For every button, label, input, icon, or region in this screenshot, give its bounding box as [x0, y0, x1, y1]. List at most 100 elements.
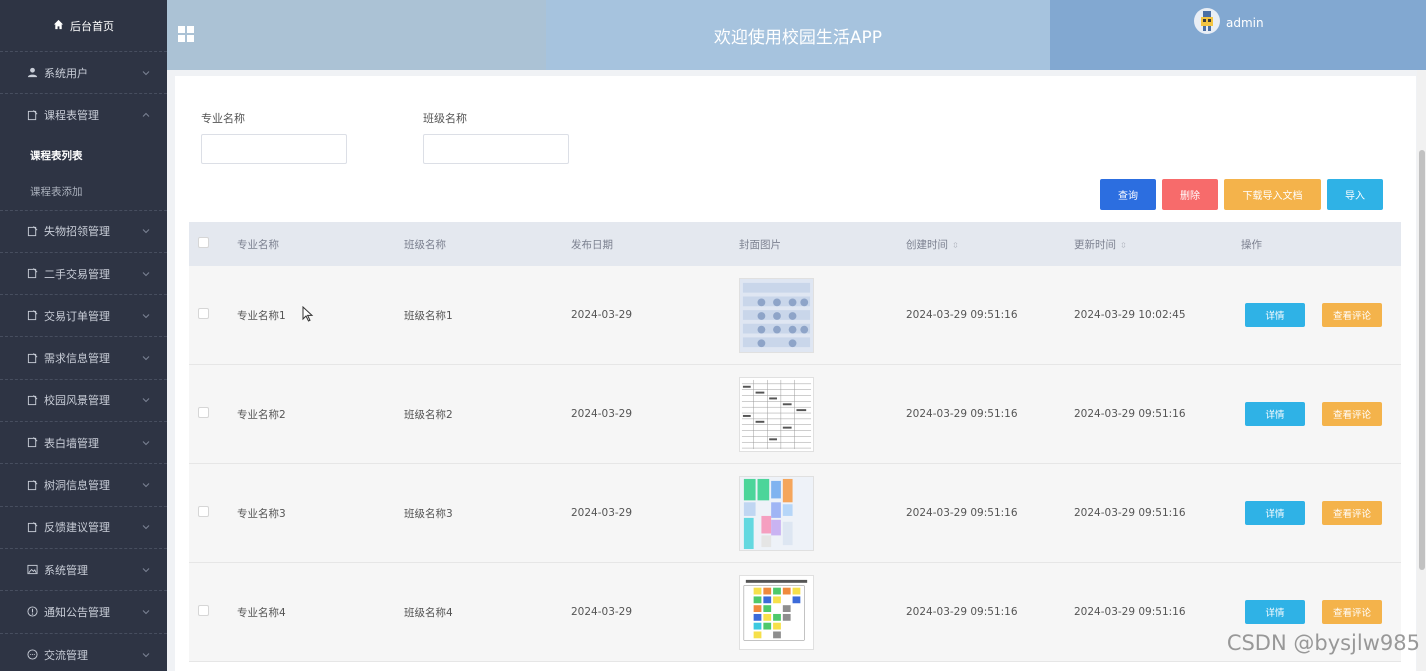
sidebar-item-system-users[interactable]: 系统用户 [0, 52, 167, 95]
column-header-label: 更新时间 [1074, 238, 1116, 251]
cell-updated: 2024-03-29 09:51:16 [1074, 408, 1186, 420]
sidebar-item-label: 交流管理 [44, 648, 88, 662]
cover-thumbnail[interactable] [739, 574, 814, 650]
user-area[interactable]: admin [1050, 0, 1426, 70]
image-icon [26, 564, 38, 576]
download-template-button[interactable]: 下载导入文档 [1224, 179, 1321, 210]
detail-button[interactable]: 详情 [1245, 303, 1305, 327]
sidebar-item-label: 系统用户 [44, 66, 88, 80]
sidebar-item-announcements[interactable]: 通知公告管理 [0, 591, 167, 634]
chevron-down-icon [142, 567, 150, 572]
column-header-sortable[interactable]: 更新时间 ⇳ [1074, 237, 1241, 252]
mouse-cursor-icon [302, 306, 314, 322]
detail-button[interactable]: 详情 [1245, 600, 1305, 624]
cell-date: 2024-03-29 [571, 408, 633, 420]
row-checkbox[interactable] [198, 506, 209, 517]
row-checkbox[interactable] [198, 605, 209, 616]
doc-icon [26, 310, 38, 322]
chevron-down-icon [142, 229, 150, 234]
doc-icon [26, 109, 38, 121]
column-header-sortable[interactable]: 创建时间 ⇳ [906, 237, 1074, 252]
doc-icon [26, 521, 38, 533]
table-header: 专业名称 班级名称 发布日期 封面图片 创建时间 ⇳ 更新时间 ⇳ 操作 [189, 222, 1401, 266]
cell-created: 2024-03-29 09:51:16 [906, 309, 1018, 321]
cell-updated: 2024-03-29 09:51:16 [1074, 606, 1186, 618]
column-header: 发布日期 [571, 238, 613, 251]
sidebar-item-demands[interactable]: 需求信息管理 [0, 337, 167, 380]
action-bar: 查询 删除 下载导入文档 导入 [1100, 179, 1383, 210]
query-button[interactable]: 查询 [1100, 179, 1156, 210]
sidebar-item-tree-hole[interactable]: 树洞信息管理 [0, 464, 167, 507]
top-header: 欢迎使用校园生活APP admin [167, 0, 1426, 70]
sidebar-item-confession-wall[interactable]: 表白墙管理 [0, 422, 167, 465]
cell-major: 专业名称4 [237, 606, 286, 619]
watermark: CSDN @bysjlw985 [1226, 631, 1420, 655]
select-all-checkbox[interactable] [198, 237, 209, 248]
view-comments-button[interactable]: 查看评论 [1322, 303, 1382, 327]
sidebar-item-feedback[interactable]: 反馈建议管理 [0, 507, 167, 549]
view-comments-button[interactable]: 查看评论 [1322, 402, 1382, 426]
major-search-input[interactable] [201, 134, 347, 164]
doc-icon [26, 352, 38, 364]
page-scrollbar[interactable] [1417, 70, 1426, 671]
chevron-down-icon [142, 313, 150, 319]
chevron-down-icon [142, 70, 150, 75]
class-search-label: 班级名称 [423, 112, 467, 125]
cover-thumbnail[interactable] [739, 376, 814, 452]
avatar[interactable] [1194, 8, 1220, 34]
sidebar-item-label: 二手交易管理 [44, 267, 110, 281]
sidebar-item-communication[interactable]: 交流管理 [0, 634, 167, 671]
column-header: 班级名称 [404, 238, 446, 251]
sidebar-item-label: 通知公告管理 [44, 605, 110, 619]
chevron-down-icon [142, 610, 150, 615]
cell-created: 2024-03-29 09:51:16 [906, 408, 1018, 420]
scrollbar-thumb[interactable] [1419, 150, 1425, 570]
cell-updated: 2024-03-29 09:51:16 [1074, 507, 1186, 519]
sidebar-item-scenery[interactable]: 校园风景管理 [0, 380, 167, 423]
sidebar-subitem-timetable-add[interactable]: 课程表添加 [0, 174, 167, 211]
cover-thumbnail[interactable] [739, 475, 814, 551]
cell-major: 专业名称3 [237, 507, 286, 520]
cell-date: 2024-03-29 [571, 309, 633, 321]
delete-button[interactable]: 删除 [1162, 179, 1218, 210]
chevron-down-icon [142, 271, 150, 276]
sort-icon[interactable]: ⇳ [1120, 241, 1127, 250]
sidebar-subitem-timetable-list[interactable]: 课程表列表 [0, 137, 167, 174]
user-icon [26, 67, 38, 79]
sidebar-item-timetable[interactable]: 课程表管理 [0, 94, 167, 136]
sidebar-item-label: 校园风景管理 [44, 394, 110, 408]
sidebar-item-orders[interactable]: 交易订单管理 [0, 295, 167, 338]
sidebar-home[interactable]: 后台首页 [0, 0, 167, 52]
cell-class: 班级名称3 [404, 507, 453, 520]
detail-button[interactable]: 详情 [1245, 402, 1305, 426]
class-search-input[interactable] [423, 134, 569, 164]
sidebar: 后台首页 系统用户 课程表管理 课程表列表 课程表添加 失物招领管理 二手交易管… [0, 0, 167, 671]
cover-thumbnail[interactable] [739, 277, 814, 353]
sidebar-item-system[interactable]: 系统管理 [0, 549, 167, 592]
detail-button[interactable]: 详情 [1245, 501, 1305, 525]
import-button[interactable]: 导入 [1327, 179, 1383, 210]
view-comments-button[interactable]: 查看评论 [1322, 600, 1382, 624]
chevron-down-icon [142, 525, 150, 530]
sidebar-item-label: 课程表管理 [44, 109, 99, 123]
column-header-label: 创建时间 [906, 238, 948, 251]
cell-created: 2024-03-29 09:51:16 [906, 606, 1018, 618]
grid-menu-icon[interactable] [178, 25, 194, 45]
sidebar-item-lost-found[interactable]: 失物招领管理 [0, 211, 167, 253]
info-icon [26, 606, 38, 618]
table-row: 专业名称4 班级名称4 2024-03-29 2024-03-29 09:51:… [189, 563, 1401, 662]
sidebar-item-second-hand[interactable]: 二手交易管理 [0, 253, 167, 296]
row-checkbox[interactable] [198, 308, 209, 319]
row-checkbox[interactable] [198, 407, 209, 418]
cell-created: 2024-03-29 09:51:16 [906, 507, 1018, 519]
main-panel: 专业名称 班级名称 查询 删除 下载导入文档 导入 专业名称 班级名称 发布日期… [175, 76, 1416, 671]
sidebar-home-label: 后台首页 [70, 19, 114, 33]
sidebar-item-label: 表白墙管理 [44, 436, 99, 450]
view-comments-button[interactable]: 查看评论 [1322, 501, 1382, 525]
cell-date: 2024-03-29 [571, 606, 633, 618]
cell-major: 专业名称2 [237, 408, 286, 421]
header-left [167, 0, 546, 70]
table-row: 专业名称2 班级名称2 2024-03-29 2024-03-29 09:51:… [189, 365, 1401, 464]
doc-icon [26, 225, 38, 237]
sort-icon[interactable]: ⇳ [952, 241, 959, 250]
